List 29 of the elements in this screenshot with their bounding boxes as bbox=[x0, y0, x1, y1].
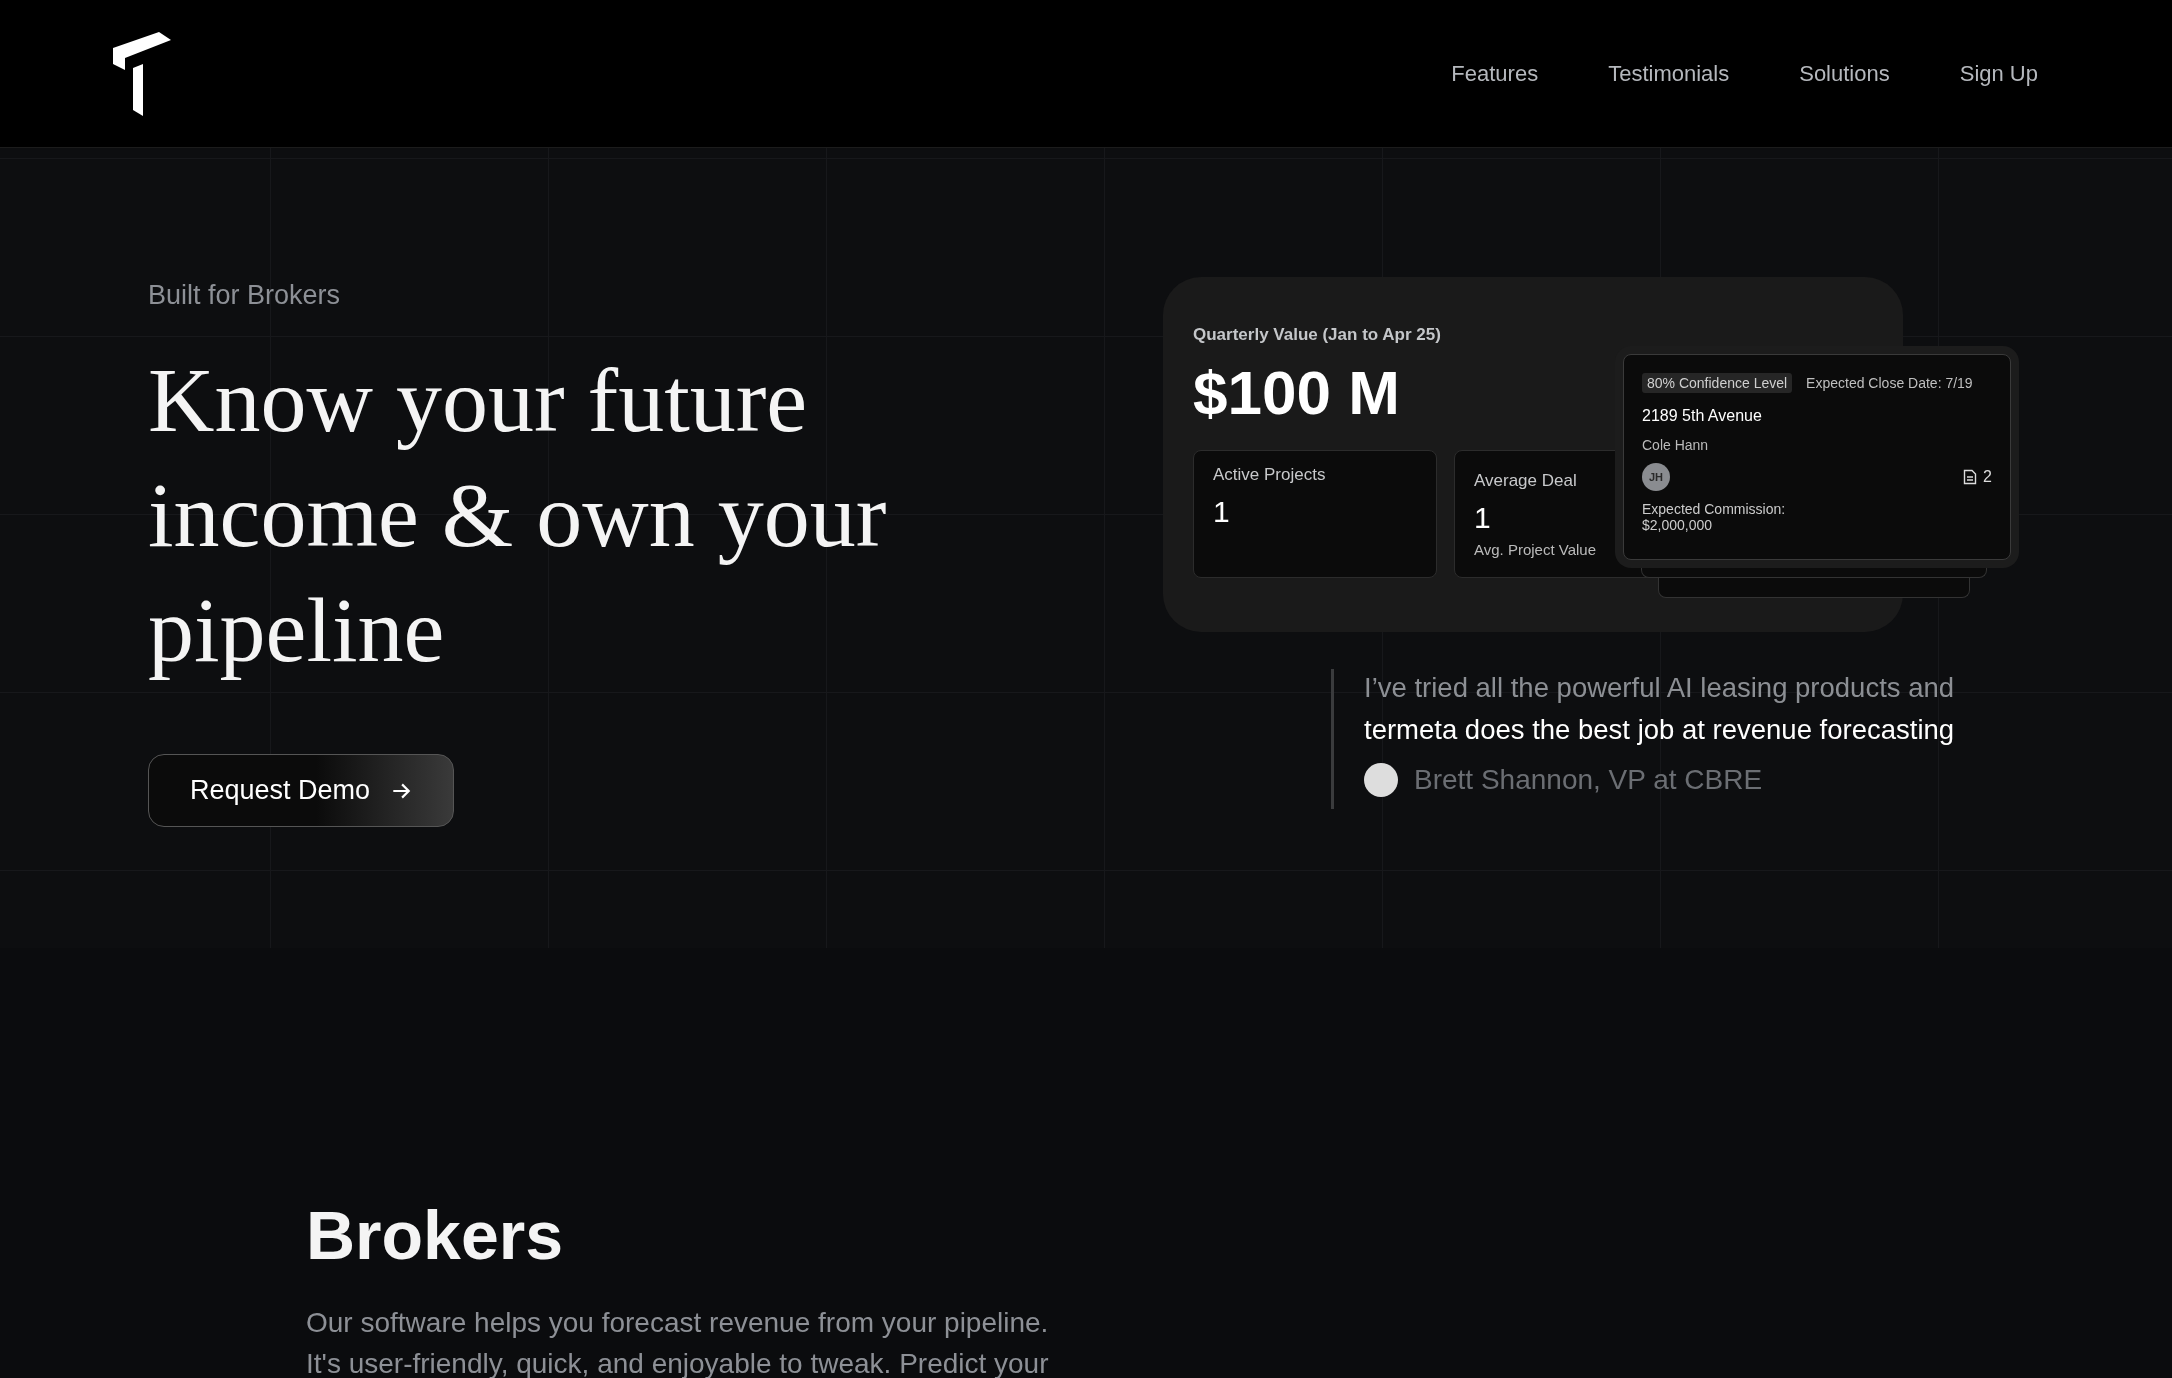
request-demo-button[interactable]: Request Demo bbox=[148, 754, 454, 827]
stat-label: Average Deal bbox=[1474, 471, 1577, 491]
section-text: Our software helps you forecast revenue from your pipeline. It's user-friendly, quick, and enjoyable to tweak. Predict your bbox=[306, 1306, 1050, 1378]
dashboard-title: Quarterly Value (Jan to Apr 25) bbox=[1193, 325, 1442, 345]
client-name: Cole Hann bbox=[1642, 437, 1710, 453]
nav-link[interactable]: Testimonials bbox=[1608, 60, 1730, 87]
deal-address: 2189 5th Avenue bbox=[1642, 407, 1763, 425]
nav-link[interactable]: Solutions bbox=[1799, 60, 1890, 87]
commission-value: $2,000,000 bbox=[1642, 517, 1714, 533]
eyebrow-text: Built for Brokers bbox=[148, 280, 342, 311]
stat-label: Active Projects bbox=[1213, 465, 1326, 485]
author-name: Brett Shannon, VP at CBRE bbox=[1414, 764, 1763, 796]
close-date: Expected Close Date: 7/19 bbox=[1806, 375, 1973, 391]
author-avatar bbox=[1364, 763, 1398, 797]
nav-link[interactable]: Features bbox=[1451, 60, 1539, 87]
confidence-badge: 80% Confidence Level bbox=[1642, 373, 1793, 393]
document-icon bbox=[1963, 469, 1978, 485]
stat-value: 1 bbox=[1213, 495, 1230, 529]
commission-label: Expected Commission: bbox=[1642, 501, 1787, 517]
section-title: Brokers bbox=[306, 1196, 565, 1274]
stat-caption: Avg. Project Value bbox=[1474, 541, 1597, 558]
headline: Know your future income & own your pipeline bbox=[148, 348, 888, 683]
logo-icon[interactable] bbox=[113, 31, 171, 116]
stat-value: 1 bbox=[1474, 501, 1491, 535]
document-count: 2 bbox=[1983, 468, 1992, 486]
quote-text: I’ve tried all the powerful AI leasing products and termeta does the best job at revenue forecasting bbox=[1364, 671, 1956, 747]
avatar: JH bbox=[1642, 463, 1670, 491]
quarterly-value: $100 M bbox=[1193, 357, 1400, 428]
nav-link[interactable]: Sign Up bbox=[1959, 60, 2038, 87]
